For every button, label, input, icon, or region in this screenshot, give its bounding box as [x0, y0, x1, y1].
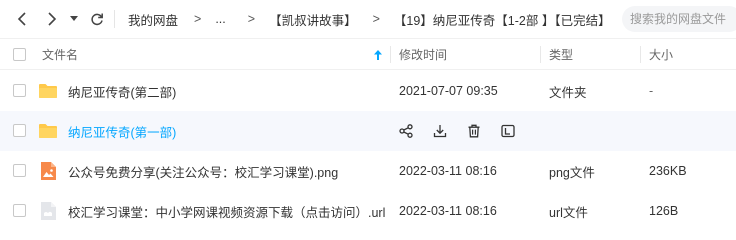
refresh-icon[interactable]	[86, 8, 108, 30]
row-checkbox[interactable]	[13, 204, 26, 217]
select-all-checkbox[interactable]	[13, 48, 26, 61]
column-divider	[640, 46, 641, 63]
file-row[interactable]: 公众号免费分享(关注公众号：校汇学习课堂).png 2022-03-11 08:…	[0, 151, 736, 191]
search-box[interactable]	[622, 6, 736, 32]
share-icon[interactable]	[398, 123, 414, 139]
column-header-modified[interactable]: 修改时间	[399, 39, 447, 70]
file-row[interactable]: 纳尼亚传奇(第二部) 2021-07-07 09:35 文件夹 -	[0, 71, 736, 111]
file-type: url文件	[549, 205, 588, 220]
row-checkbox[interactable]	[13, 124, 26, 137]
file-modified: 2021-07-07 09:35	[399, 84, 498, 98]
file-modified: 2022-03-11 08:16	[399, 204, 497, 218]
file-list-header: 文件名 修改时间 类型 大小	[0, 38, 736, 70]
sort-ascending-icon[interactable]	[374, 39, 382, 70]
file-name[interactable]: 纳尼亚传奇(第一部)	[68, 111, 176, 151]
forward-icon[interactable]	[40, 8, 62, 30]
column-divider	[540, 46, 541, 63]
toolbar-divider	[114, 10, 115, 28]
delete-icon[interactable]	[466, 123, 482, 139]
image-file-icon	[41, 162, 56, 180]
breadcrumb-item-current[interactable]: 【19】纳尼亚传奇【1-2部 】【已完结】	[394, 10, 611, 29]
row-checkbox[interactable]	[13, 164, 26, 177]
folder-icon	[39, 84, 57, 98]
file-type: 文件夹	[549, 85, 587, 100]
file-name[interactable]: 校汇学习课堂：中小学网课视频资源下载（点击访问）.url	[68, 191, 385, 231]
breadcrumb-separator: >	[372, 12, 380, 26]
file-name[interactable]: 纳尼亚传奇(第二部)	[68, 71, 176, 111]
file-size: 236KB	[649, 164, 687, 178]
toolbar: 我的网盘 > ... > 【凯叔讲故事】 > 【19】纳尼亚传奇【1-2部 】【…	[0, 0, 736, 38]
file-name[interactable]: 公众号免费分享(关注公众号：校汇学习课堂).png	[68, 151, 338, 191]
search-input[interactable]	[630, 12, 736, 26]
file-size: 126B	[649, 204, 679, 218]
breadcrumb-item-root[interactable]: 我的网盘	[128, 10, 178, 29]
column-header-type[interactable]: 类型	[549, 39, 573, 70]
column-header-size[interactable]: 大小	[649, 39, 673, 70]
breadcrumb: 我的网盘 > ... > 【凯叔讲故事】 > 【19】纳尼亚传奇【1-2部 】【…	[128, 0, 648, 38]
breadcrumb-item-ellipsis[interactable]: ...	[215, 12, 225, 26]
history-dropdown-icon[interactable]	[66, 8, 82, 30]
file-modified: 2022-03-11 08:16	[399, 164, 497, 178]
breadcrumb-separator: >	[194, 12, 202, 26]
folder-icon	[39, 124, 57, 138]
file-row[interactable]: 校汇学习课堂：中小学网课视频资源下载（点击访问）.url 2022-03-11 …	[0, 191, 736, 231]
column-header-name[interactable]: 文件名	[42, 39, 78, 70]
file-row[interactable]: 纳尼亚传奇(第一部)	[0, 111, 736, 151]
file-type: png文件	[549, 165, 595, 180]
column-divider	[390, 46, 391, 63]
download-icon[interactable]	[432, 123, 448, 139]
breadcrumb-separator: >	[247, 12, 256, 26]
file-size: -	[649, 84, 654, 98]
back-icon[interactable]	[12, 8, 34, 30]
rename-icon[interactable]	[500, 123, 516, 139]
breadcrumb-item-folder[interactable]: 【凯叔讲故事】	[269, 10, 357, 29]
generic-file-icon	[41, 202, 56, 220]
row-checkbox[interactable]	[13, 84, 26, 97]
row-actions	[398, 111, 534, 151]
